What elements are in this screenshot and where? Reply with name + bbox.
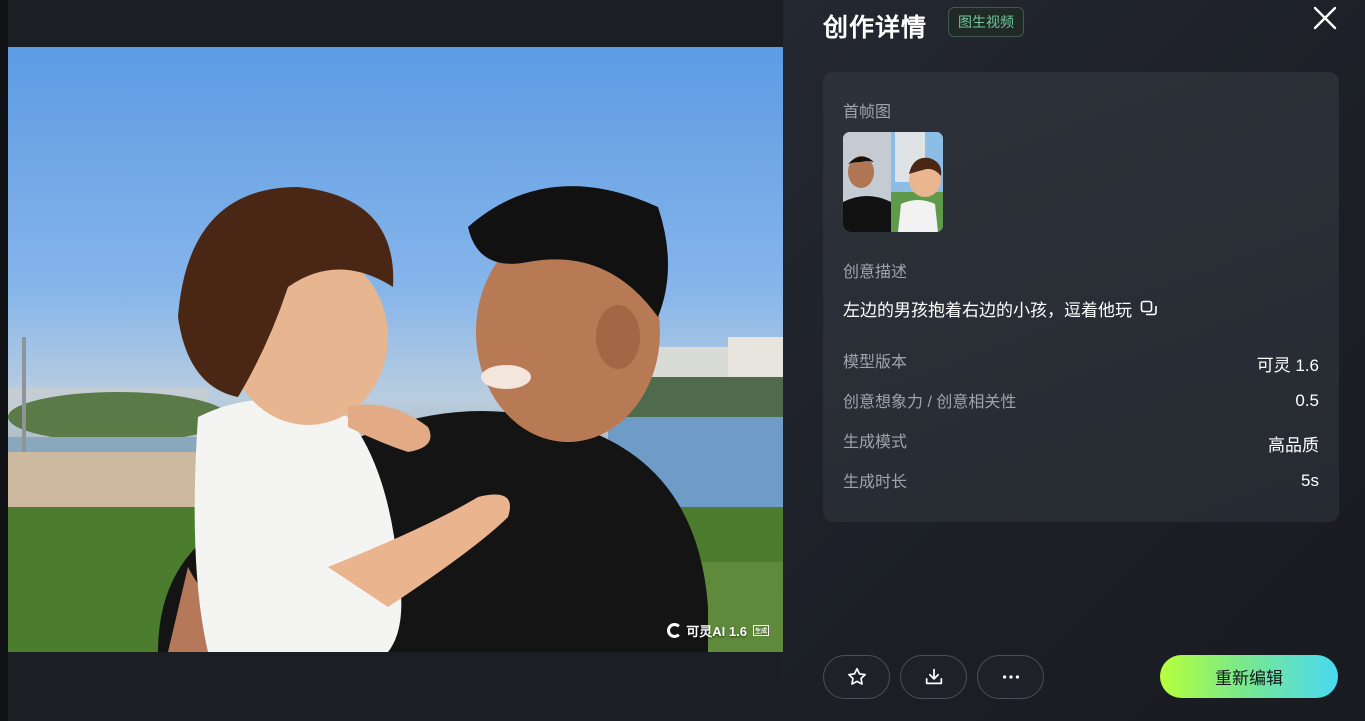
star-icon xyxy=(847,667,866,685)
video-player[interactable]: 可灵AI 1.6 生成 xyxy=(8,47,783,652)
more-options-button[interactable] xyxy=(977,655,1044,699)
generation-mode-label: 生成模式 xyxy=(843,434,908,451)
model-version-label: 模型版本 xyxy=(843,354,908,371)
prompt-text: 左边的男孩抱着右边的小孩，逗着他玩 xyxy=(843,301,1132,320)
first-frame-thumbnail[interactable] xyxy=(843,132,943,232)
creativity-relevance-label: 创意想象力 / 创意相关性 xyxy=(843,394,1017,411)
close-button[interactable] xyxy=(1311,4,1339,32)
close-icon xyxy=(1313,6,1337,30)
favorite-button[interactable] xyxy=(823,655,890,699)
model-version-value: 可灵 1.6 xyxy=(1256,356,1319,375)
more-horizontal-icon xyxy=(1002,675,1019,679)
prompt-row: 左边的男孩抱着右边的小孩，逗着他玩 xyxy=(843,296,1158,321)
duration-value: 5s xyxy=(1301,471,1319,490)
watermark-text: 可灵AI 1.6 xyxy=(686,624,747,639)
download-icon xyxy=(925,668,942,685)
first-frame-image xyxy=(843,132,943,232)
detail-card: 首帧图 创意描述 左边的男孩抱着右边的小孩，逗着他玩 模型版本 可灵 1.6 创… xyxy=(823,72,1339,522)
first-frame-label: 首帧图 xyxy=(843,104,892,121)
copy-icon xyxy=(1140,300,1157,315)
copy-prompt-button[interactable] xyxy=(1140,300,1158,318)
video-preview-area: 可灵AI 1.6 生成 xyxy=(8,0,783,721)
re-edit-button[interactable]: 重新编辑 xyxy=(1160,655,1338,698)
duration-label: 生成时长 xyxy=(843,474,908,491)
video-frame-image xyxy=(8,186,783,652)
left-edge-strip xyxy=(0,0,8,721)
prompt-label: 创意描述 xyxy=(843,264,908,281)
watermark-tag: 生成 xyxy=(752,625,769,636)
type-badge: 图生视频 xyxy=(948,7,1024,37)
watermark: 可灵AI 1.6 生成 xyxy=(667,621,769,640)
download-button[interactable] xyxy=(900,655,967,699)
page-title: 创作详情 xyxy=(823,14,928,42)
creation-detail-panel: 创作详情 图生视频 首帧图 创意描述 左边的男孩抱着右边的小孩，逗着他玩 模型版… xyxy=(783,0,1365,721)
creativity-relevance-value: 0.5 xyxy=(1295,391,1319,410)
generation-mode-value: 高品质 xyxy=(1268,436,1319,455)
kling-logo-icon xyxy=(667,623,683,638)
